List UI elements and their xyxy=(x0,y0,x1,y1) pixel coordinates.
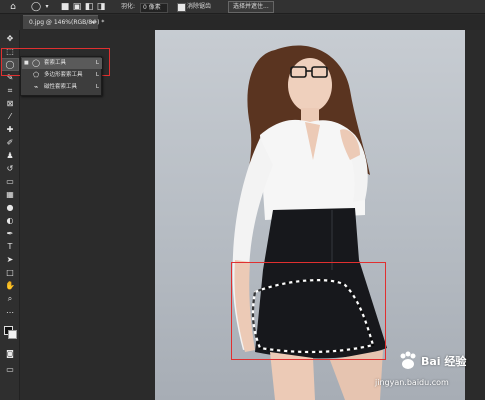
rectangle-tool-icon[interactable]: □ xyxy=(2,267,18,278)
eyedropper-tool-icon[interactable]: ⁄ xyxy=(2,111,18,122)
blur-tool-icon[interactable]: ● xyxy=(2,202,18,213)
chevron-down-icon[interactable]: ▾ xyxy=(42,2,52,12)
flyout-item-shortcut: L xyxy=(95,84,99,90)
zoom-tool-icon[interactable]: ⌕ xyxy=(2,293,18,304)
add-selection-icon[interactable]: ▣ xyxy=(72,2,82,12)
crop-tool-icon[interactable]: ⌗ xyxy=(2,85,18,96)
subtract-selection-icon[interactable]: ◧ xyxy=(84,2,94,12)
new-selection-icon[interactable]: ■ xyxy=(60,2,70,12)
path-select-tool-icon[interactable]: ➤ xyxy=(2,254,18,265)
lasso-icon: ◯ xyxy=(32,59,40,67)
flyout-item-magnetic-lasso[interactable]: ⌁ 磁性套索工具 L xyxy=(22,82,102,93)
flyout-item-shortcut: L xyxy=(95,72,99,78)
history-brush-tool-icon[interactable]: ↺ xyxy=(2,163,18,174)
options-bar: ⌂ ◯ ▾ ■ ▣ ◧ ◨ 羽化: 0 像素 消除锯齿 选择并遮住... xyxy=(0,0,485,14)
gradient-tool-icon[interactable]: ▦ xyxy=(2,189,18,200)
flyout-item-label: 套索工具 xyxy=(44,60,67,66)
paw-logo-icon xyxy=(397,350,419,372)
pen-tool-icon[interactable]: ✒ xyxy=(2,228,18,239)
flyout-item-label: 磁性套索工具 xyxy=(44,84,78,90)
stamp-tool-icon[interactable]: ♟ xyxy=(2,150,18,161)
screen-mode-icon[interactable]: ▭ xyxy=(2,364,18,375)
quick-mask-icon[interactable]: ◙ xyxy=(2,348,18,359)
frame-tool-icon[interactable]: ⊠ xyxy=(2,98,18,109)
watermark: Bai 经验 jingyan.baidu.com xyxy=(375,350,485,396)
close-icon[interactable]: × xyxy=(90,16,95,30)
brush-tool-icon[interactable]: ✐ xyxy=(2,137,18,148)
healing-tool-icon[interactable]: ✚ xyxy=(2,124,18,135)
active-bullet-icon: ■ xyxy=(24,60,29,66)
flyout-item-label: 多边形套索工具 xyxy=(44,72,83,78)
select-and-mask-button[interactable]: 选择并遮住... xyxy=(228,1,274,13)
background-color-swatch[interactable] xyxy=(8,330,17,339)
flyout-item-lasso[interactable]: ■ ◯ 套索工具 L xyxy=(22,58,102,69)
antialias-checkbox[interactable] xyxy=(177,3,186,12)
feather-label: 羽化: xyxy=(121,3,136,10)
move-tool-icon[interactable]: ✥ xyxy=(2,33,18,44)
intersect-selection-icon[interactable]: ◨ xyxy=(96,2,106,12)
watermark-url: jingyan.baidu.com xyxy=(375,378,449,387)
more-tools-icon[interactable]: ⋯ xyxy=(2,307,18,318)
lasso-tool-flyout: ■ ◯ 套索工具 L ⬠ 多边形套索工具 L ⌁ 磁性套索工具 L xyxy=(20,56,102,96)
annotation-box-selection xyxy=(231,262,386,360)
magnetic-lasso-icon: ⌁ xyxy=(33,83,39,91)
toolbar: ✥ ⬚ ◯ ✎ ⌗ ⊠ ⁄ ✚ ✐ ♟ ↺ ▭ ▦ ● ◐ ✒ T ➤ □ ✋ … xyxy=(0,30,20,400)
dodge-tool-icon[interactable]: ◐ xyxy=(2,215,18,226)
eraser-tool-icon[interactable]: ▭ xyxy=(2,176,18,187)
type-tool-icon[interactable]: T xyxy=(2,241,18,252)
flyout-item-shortcut: L xyxy=(95,60,99,66)
polygonal-lasso-icon: ⬠ xyxy=(32,71,40,79)
flyout-item-polygonal-lasso[interactable]: ⬠ 多边形套索工具 L xyxy=(22,70,102,81)
lasso-preset-icon[interactable]: ◯ xyxy=(31,2,41,12)
hand-tool-icon[interactable]: ✋ xyxy=(2,280,18,291)
feather-input[interactable]: 0 像素 xyxy=(140,3,168,13)
watermark-brand: Bai 经验 xyxy=(421,355,467,368)
home-icon[interactable]: ⌂ xyxy=(8,2,18,12)
document-tab[interactable]: 0.jpg @ 146%(RGB/8#) * × xyxy=(23,15,104,30)
antialias-label: 消除锯齿 xyxy=(187,3,212,10)
